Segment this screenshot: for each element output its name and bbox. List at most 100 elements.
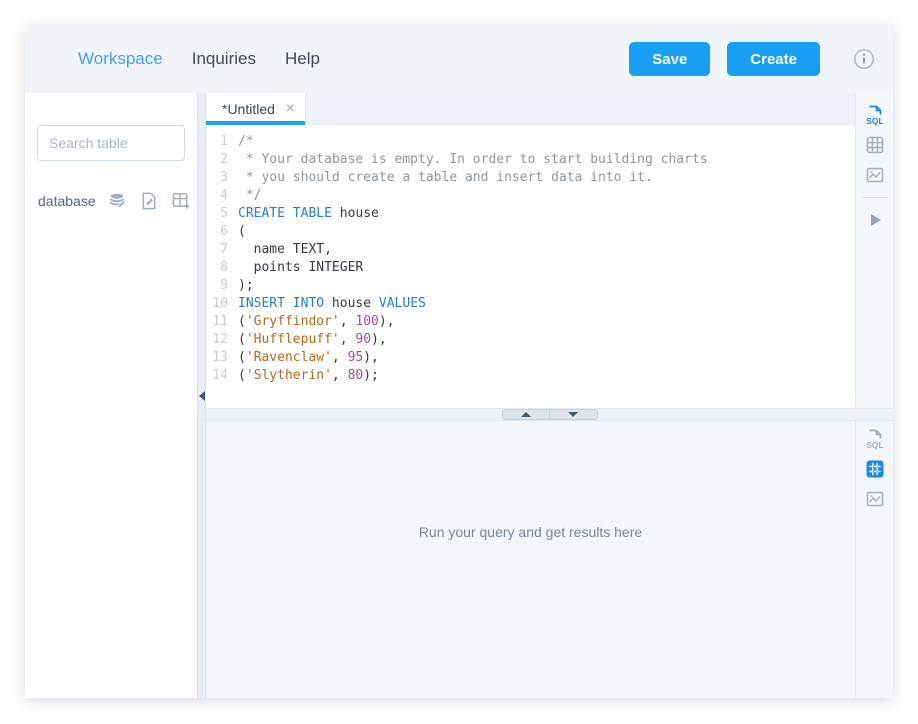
code-segment-number: 95 <box>348 350 364 365</box>
line-number: 13 <box>206 349 236 367</box>
code-segment-plain: points INTEGER <box>238 260 363 275</box>
nav-link-help[interactable]: Help <box>285 49 320 69</box>
line-number: 12 <box>206 331 236 349</box>
code-line: 8 points INTEGER <box>206 259 855 277</box>
panel-resize-splitter[interactable] <box>206 408 893 421</box>
line-number: 5 <box>206 205 236 223</box>
tab-close-icon[interactable]: × <box>286 101 295 117</box>
code-segment-plain: , <box>340 332 356 347</box>
code-segment-keyword: VALUES <box>379 296 426 311</box>
line-number: 11 <box>206 313 236 331</box>
code-text: ('Ravenclaw', 95), <box>236 349 379 367</box>
code-text: ('Gryffindor', 100), <box>236 313 395 331</box>
code-text: /* <box>236 133 254 151</box>
nav-link-workspace[interactable]: Workspace <box>78 49 163 69</box>
code-line: 9); <box>206 277 855 295</box>
editor-panel: *Untitled × 1/*2 * Your database is empt… <box>206 93 893 408</box>
svg-text:SQL: SQL <box>866 116 883 126</box>
code-line: 1/* <box>206 133 855 151</box>
code-segment-plain: ( <box>238 350 246 365</box>
code-segment-keyword: CREATE TABLE <box>238 206 332 221</box>
line-number: 4 <box>206 187 236 205</box>
code-text: * Your database is empty. In order to st… <box>236 151 708 169</box>
results-panel: Run your query and get results here SQL <box>206 421 893 698</box>
code-segment-string: 'Gryffindor' <box>246 314 340 329</box>
sql-view-icon[interactable]: SQL <box>864 104 886 126</box>
code-segment-string: 'Slytherin' <box>246 368 332 383</box>
line-number: 9 <box>206 277 236 295</box>
code-text: INSERT INTO house VALUES <box>236 295 426 313</box>
run-query-icon[interactable] <box>864 209 886 231</box>
line-number: 2 <box>206 151 236 169</box>
code-line: 5CREATE TABLE house <box>206 205 855 223</box>
code-text: * you should create a table and insert d… <box>236 169 653 187</box>
sql-editor[interactable]: 1/*2 * Your database is empty. In order … <box>206 125 855 408</box>
code-segment-plain: ), <box>371 332 387 347</box>
table-view-icon[interactable] <box>864 134 886 156</box>
code-line: 6( <box>206 223 855 241</box>
results-area: Run your query and get results here <box>206 421 855 698</box>
code-text: name TEXT, <box>236 241 332 259</box>
sidebar-collapse-handle[interactable] <box>197 93 206 698</box>
code-segment-plain: ( <box>238 368 246 383</box>
svg-text:SQL: SQL <box>866 440 883 450</box>
line-number: 3 <box>206 169 236 187</box>
code-line: 12('Hufflepuff', 90), <box>206 331 855 349</box>
code-segment-comment: * you should create a table and insert d… <box>238 170 653 185</box>
chart-view-icon[interactable] <box>864 164 886 186</box>
tab-label: *Untitled <box>222 101 286 117</box>
code-text: ); <box>236 277 254 295</box>
create-button[interactable]: Create <box>727 42 820 76</box>
code-segment-plain: ); <box>363 368 379 383</box>
code-segment-plain: ( <box>238 332 246 347</box>
code-segment-plain: ( <box>238 224 246 239</box>
expand-results-button[interactable] <box>550 409 598 420</box>
database-stack-icon[interactable] <box>108 191 127 210</box>
code-segment-plain: ); <box>238 278 254 293</box>
left-sidebar: database <box>25 93 197 698</box>
info-icon[interactable] <box>853 48 875 70</box>
code-segment-keyword: INSERT INTO <box>238 296 324 311</box>
sql-view-icon[interactable]: SQL <box>864 428 886 450</box>
code-segment-comment: * Your database is empty. In order to st… <box>238 152 708 167</box>
results-placeholder-text: Run your query and get results here <box>419 524 642 698</box>
code-segment-plain: ( <box>238 314 246 329</box>
line-number: 14 <box>206 367 236 385</box>
line-number: 6 <box>206 223 236 241</box>
code-segment-number: 80 <box>348 368 364 383</box>
code-segment-string: 'Hufflepuff' <box>246 332 340 347</box>
line-number: 7 <box>206 241 236 259</box>
app-window: Workspace Inquiries Help Save Create dat… <box>25 25 893 698</box>
strip-divider <box>862 197 888 198</box>
code-text: CREATE TABLE house <box>236 205 379 223</box>
code-line: 7 name TEXT, <box>206 241 855 259</box>
code-line: 4 */ <box>206 187 855 205</box>
code-line: 2 * Your database is empty. In order to … <box>206 151 855 169</box>
expand-editor-button[interactable] <box>502 409 550 420</box>
code-segment-plain: , <box>340 314 356 329</box>
tab-untitled[interactable]: *Untitled × <box>206 93 306 124</box>
table-view-icon[interactable] <box>864 458 886 480</box>
nav-link-inquiries[interactable]: Inquiries <box>192 49 256 69</box>
code-text: ('Hufflepuff', 90), <box>236 331 387 349</box>
chart-view-icon[interactable] <box>864 488 886 510</box>
line-number: 1 <box>206 133 236 151</box>
tab-bar: *Untitled × <box>206 93 855 125</box>
search-table-input[interactable] <box>37 125 185 161</box>
code-segment-plain: , <box>332 350 348 365</box>
database-label: database <box>38 193 96 209</box>
database-row: database <box>37 191 185 210</box>
add-table-icon[interactable] <box>171 191 191 210</box>
save-button[interactable]: Save <box>629 42 710 76</box>
code-segment-string: 'Ravenclaw' <box>246 350 332 365</box>
results-tool-strip: SQL <box>855 421 893 698</box>
editor-tool-strip: SQL <box>855 93 893 408</box>
arrow-up-icon <box>521 412 531 417</box>
code-segment-plain: name TEXT, <box>238 242 332 257</box>
line-number: 8 <box>206 259 236 277</box>
code-line: 3 * you should create a table and insert… <box>206 169 855 187</box>
code-segment-plain: ), <box>363 350 379 365</box>
code-text: ('Slytherin', 80); <box>236 367 379 385</box>
export-document-icon[interactable] <box>140 191 158 210</box>
code-line: 14('Slytherin', 80); <box>206 367 855 385</box>
